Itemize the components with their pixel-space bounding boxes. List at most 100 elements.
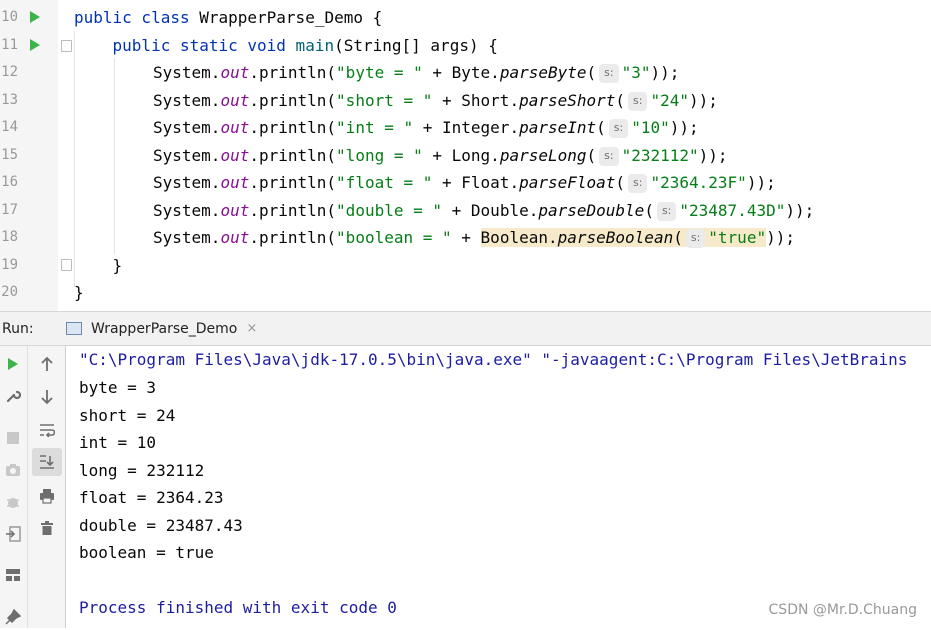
- run-class-icon[interactable]: [30, 11, 40, 23]
- parameter-hint: s:: [608, 119, 629, 138]
- code-editor[interactable]: 10 11 12 13 14 15 16 17 18 19 20 public …: [0, 0, 931, 311]
- line-number: 19: [1, 256, 18, 273]
- code-text: .println(: [249, 228, 337, 247]
- stop-icon[interactable]: [0, 425, 26, 451]
- code-text: (: [586, 63, 597, 82]
- code-text: System.: [153, 118, 221, 137]
- pin-icon[interactable]: [0, 604, 26, 630]
- console-output[interactable]: "C:\Program Files\Java\jdk-17.0.5\bin\ja…: [66, 346, 931, 628]
- code-text: (: [596, 118, 606, 137]
- string-literal: "int = ": [336, 118, 414, 137]
- code-text: ));: [698, 145, 728, 165]
- method-call: parseLong: [499, 145, 587, 165]
- code-text: ));: [766, 228, 795, 247]
- layout-icon[interactable]: [0, 562, 26, 588]
- string-literal: "232112": [621, 145, 699, 165]
- line-number: 12: [1, 64, 18, 80]
- parameter-hint: s:: [599, 64, 619, 83]
- code-text: System.: [153, 63, 221, 82]
- code-line: public class WrapperParse_Demo {: [74, 4, 382, 32]
- code-text: WrapperParse_Demo {: [189, 8, 383, 27]
- run-label: Run:: [2, 321, 34, 337]
- print-icon[interactable]: [34, 483, 60, 509]
- run-tab[interactable]: WrapperParse_Demo ×: [56, 312, 267, 345]
- console-line: short = 24: [79, 405, 176, 425]
- wrench-icon[interactable]: [0, 383, 26, 409]
- code-text: .println(: [249, 63, 337, 82]
- close-icon[interactable]: ×: [246, 321, 257, 336]
- line-number: 15: [1, 146, 18, 163]
- process-finished-line: Process finished with exit code 0: [79, 598, 397, 617]
- parameter-hint: s:: [599, 146, 619, 166]
- console-line: float = 2364.23: [79, 488, 224, 507]
- code-text: ));: [669, 118, 699, 137]
- string-literal: "double = ": [336, 200, 443, 220]
- code-text: .println(: [249, 90, 337, 110]
- code-text: (: [673, 228, 683, 247]
- code-line: public static void main(String[] args) {: [74, 32, 498, 60]
- field-name: out: [220, 173, 250, 192]
- exit-icon[interactable]: [0, 521, 26, 547]
- console-line: long = 232112: [79, 460, 205, 480]
- line-number: 13: [1, 91, 18, 108]
- parameter-hint: s:: [628, 91, 648, 111]
- trash-icon[interactable]: [34, 515, 60, 541]
- arrow-up-icon[interactable]: [34, 351, 60, 377]
- string-literal: "3": [621, 63, 651, 82]
- run-main-icon[interactable]: [30, 38, 40, 51]
- code-text: ));: [650, 63, 680, 82]
- code-text: .println(: [249, 118, 337, 137]
- keyword: public static void: [112, 35, 286, 55]
- console-line: byte = 3: [79, 378, 157, 397]
- method-call: parseShort: [519, 90, 616, 110]
- string-literal: "byte = ": [336, 63, 423, 82]
- code-text: + Short.: [432, 90, 520, 110]
- method-call: parseFloat: [519, 173, 616, 192]
- debug-bug-icon[interactable]: [0, 489, 26, 515]
- string-literal: "long = ": [336, 145, 423, 165]
- code-text: Boolean.: [480, 228, 558, 247]
- code-text: .println(: [249, 145, 337, 165]
- code-text: + Byte.: [422, 63, 500, 82]
- string-literal: "23487.43D": [679, 200, 786, 220]
- console-command-line: "C:\Program Files\Java\jdk-17.0.5\bin\ja…: [79, 350, 908, 369]
- camera-icon[interactable]: [0, 457, 26, 483]
- code-text: .println(: [249, 173, 337, 192]
- code-text: System.: [153, 200, 221, 220]
- field-name: out: [220, 90, 250, 110]
- parameter-hint: s:: [628, 174, 648, 193]
- arrow-down-icon[interactable]: [34, 384, 60, 410]
- code-text: + Double.: [442, 200, 539, 220]
- indent-guide: [74, 31, 75, 287]
- field-name: out: [220, 118, 250, 137]
- code-text: +: [451, 228, 481, 247]
- field-name: out: [220, 200, 250, 220]
- string-literal: "24": [650, 90, 690, 110]
- code-text: .println(: [249, 200, 337, 220]
- code-text: (String[] args) {: [334, 35, 498, 55]
- code-text: (: [586, 145, 597, 165]
- line-number: 20: [1, 284, 18, 300]
- code-line: System.out.println("int = " + Integer.pa…: [153, 114, 699, 142]
- method-call: parseInt: [519, 118, 597, 137]
- fold-end-icon[interactable]: [61, 259, 72, 271]
- soft-wrap-icon[interactable]: [34, 417, 60, 443]
- code-text: System.: [153, 145, 221, 165]
- console-line: boolean = true: [79, 543, 214, 562]
- run-toolbar: Run: WrapperParse_Demo ×: [0, 311, 931, 346]
- code-text: + Integer.: [413, 118, 520, 137]
- line-number: 16: [1, 174, 18, 190]
- string-literal: "float = ": [336, 173, 433, 192]
- scroll-to-end-icon[interactable]: [32, 448, 62, 476]
- console-actions-toolbar: [28, 346, 66, 628]
- fold-start-icon[interactable]: [61, 40, 72, 52]
- console-icon: [66, 322, 82, 335]
- code-line: System.out.println("long = " + Long.pars…: [153, 142, 728, 170]
- field-name: out: [220, 228, 250, 247]
- code-text: (: [644, 200, 654, 220]
- rerun-icon[interactable]: [0, 351, 26, 377]
- method-call: parseDouble: [538, 200, 645, 220]
- code-text: System.: [153, 173, 221, 192]
- code-text: System.: [153, 228, 221, 247]
